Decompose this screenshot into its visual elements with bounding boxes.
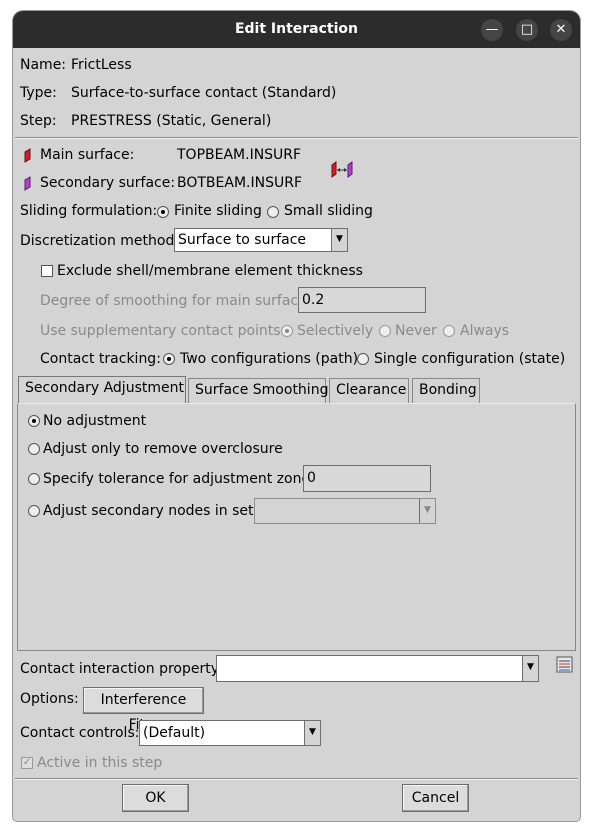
selectively-radio[interactable] bbox=[281, 325, 293, 337]
separator bbox=[15, 137, 578, 139]
selectively-label: Selectively bbox=[297, 323, 374, 339]
finite-sliding-label: Finite sliding bbox=[174, 203, 262, 219]
supplementary-label: Use supplementary contact points: bbox=[40, 323, 286, 339]
remove-overclosure-label: Adjust only to remove overclosure bbox=[43, 441, 283, 457]
cancel-button[interactable]: Cancel bbox=[402, 784, 469, 812]
tab-bar: Secondary Adjustment Surface Smoothing C… bbox=[18, 376, 576, 406]
exclude-thickness-checkbox[interactable] bbox=[41, 265, 53, 277]
finite-sliding-radio[interactable] bbox=[157, 206, 169, 218]
dropdown-arrow-icon: ▼ bbox=[522, 656, 538, 681]
node-set-select[interactable]: ▼ bbox=[254, 498, 436, 524]
interference-fit-button[interactable]: Interference Fit... bbox=[83, 687, 204, 733]
dropdown-arrow-icon: ▼ bbox=[331, 229, 347, 251]
tab-clearance[interactable]: Clearance bbox=[329, 378, 409, 404]
title-bar: Edit Interaction — □ ✕ bbox=[13, 11, 580, 48]
never-label: Never bbox=[395, 323, 437, 339]
name-value: FrictLess bbox=[71, 57, 132, 73]
two-configurations-radio[interactable] bbox=[163, 353, 175, 365]
contact-tracking-label: Contact tracking: bbox=[40, 351, 161, 367]
no-adjustment-radio[interactable] bbox=[28, 415, 40, 427]
type-label: Type: bbox=[20, 85, 57, 101]
smoothing-label: Degree of smoothing for main surface: bbox=[40, 293, 312, 309]
dropdown-arrow-icon: ▼ bbox=[304, 721, 320, 745]
contact-controls-label: Contact controls: bbox=[20, 725, 140, 741]
name-label: Name: bbox=[20, 57, 67, 73]
secondary-surface-label: Secondary surface: bbox=[40, 175, 176, 191]
discretization-label: Discretization method: bbox=[20, 233, 180, 249]
single-configuration-label: Single configuration (state) bbox=[374, 351, 566, 367]
adjust-node-set-label: Adjust secondary nodes in set: bbox=[43, 503, 259, 519]
secondary-surface-icon bbox=[24, 176, 31, 191]
edit-interaction-dialog: Edit Interaction — □ ✕ Name: FrictLess T… bbox=[13, 11, 580, 821]
discretization-select[interactable]: Surface to surface ▼ bbox=[174, 228, 348, 252]
specify-tolerance-radio[interactable] bbox=[28, 473, 40, 485]
ok-button[interactable]: OK bbox=[122, 784, 189, 812]
always-label: Always bbox=[460, 323, 510, 339]
single-configuration-radio[interactable] bbox=[357, 353, 369, 365]
close-button[interactable]: ✕ bbox=[550, 19, 572, 41]
never-radio[interactable] bbox=[379, 325, 391, 337]
contact-property-label: Contact interaction property: bbox=[20, 661, 223, 677]
minimize-button[interactable]: — bbox=[481, 19, 503, 41]
main-surface-icon bbox=[24, 148, 31, 163]
maximize-button[interactable]: □ bbox=[516, 19, 538, 41]
options-label: Options: bbox=[20, 691, 79, 707]
swap-surfaces-icon[interactable] bbox=[330, 159, 354, 179]
always-radio[interactable] bbox=[443, 325, 455, 337]
adjust-node-set-radio[interactable] bbox=[28, 505, 40, 517]
secondary-surface-value: BOTBEAM.INSURF bbox=[177, 175, 303, 191]
smoothing-input[interactable]: 0.2 bbox=[298, 287, 426, 313]
two-configurations-label: Two configurations (path) bbox=[180, 351, 359, 367]
discretization-value: Surface to surface bbox=[178, 232, 307, 248]
contact-property-select[interactable]: ▼ bbox=[216, 655, 539, 682]
contact-controls-value: (Default) bbox=[143, 725, 206, 741]
tab-bonding[interactable]: Bonding bbox=[412, 378, 480, 404]
exclude-thickness-label: Exclude shell/membrane element thickness bbox=[57, 263, 363, 279]
no-adjustment-label: No adjustment bbox=[43, 413, 147, 429]
small-sliding-radio[interactable] bbox=[267, 206, 279, 218]
contact-controls-select[interactable]: (Default) ▼ bbox=[139, 720, 321, 746]
tab-surface-smoothing[interactable]: Surface Smoothing bbox=[188, 378, 328, 404]
specify-tolerance-label: Specify tolerance for adjustment zone: bbox=[43, 471, 315, 487]
step-label: Step: bbox=[20, 113, 57, 129]
main-surface-label: Main surface: bbox=[40, 147, 135, 163]
dropdown-arrow-icon: ▼ bbox=[419, 499, 435, 523]
active-in-step-checkbox[interactable]: ✓ bbox=[21, 757, 33, 769]
step-value: PRESTRESS (Static, General) bbox=[71, 113, 272, 129]
type-value: Surface-to-surface contact (Standard) bbox=[71, 85, 337, 101]
create-property-icon[interactable] bbox=[556, 656, 574, 674]
separator bbox=[15, 778, 578, 780]
sliding-formulation-label: Sliding formulation: bbox=[20, 203, 158, 219]
remove-overclosure-radio[interactable] bbox=[28, 443, 40, 455]
active-in-step-label: Active in this step bbox=[37, 755, 163, 771]
tolerance-input[interactable]: 0 bbox=[303, 465, 431, 492]
main-surface-value: TOPBEAM.INSURF bbox=[177, 147, 302, 163]
small-sliding-label: Small sliding bbox=[284, 203, 373, 219]
tab-secondary-adjustment[interactable]: Secondary Adjustment bbox=[18, 376, 186, 404]
